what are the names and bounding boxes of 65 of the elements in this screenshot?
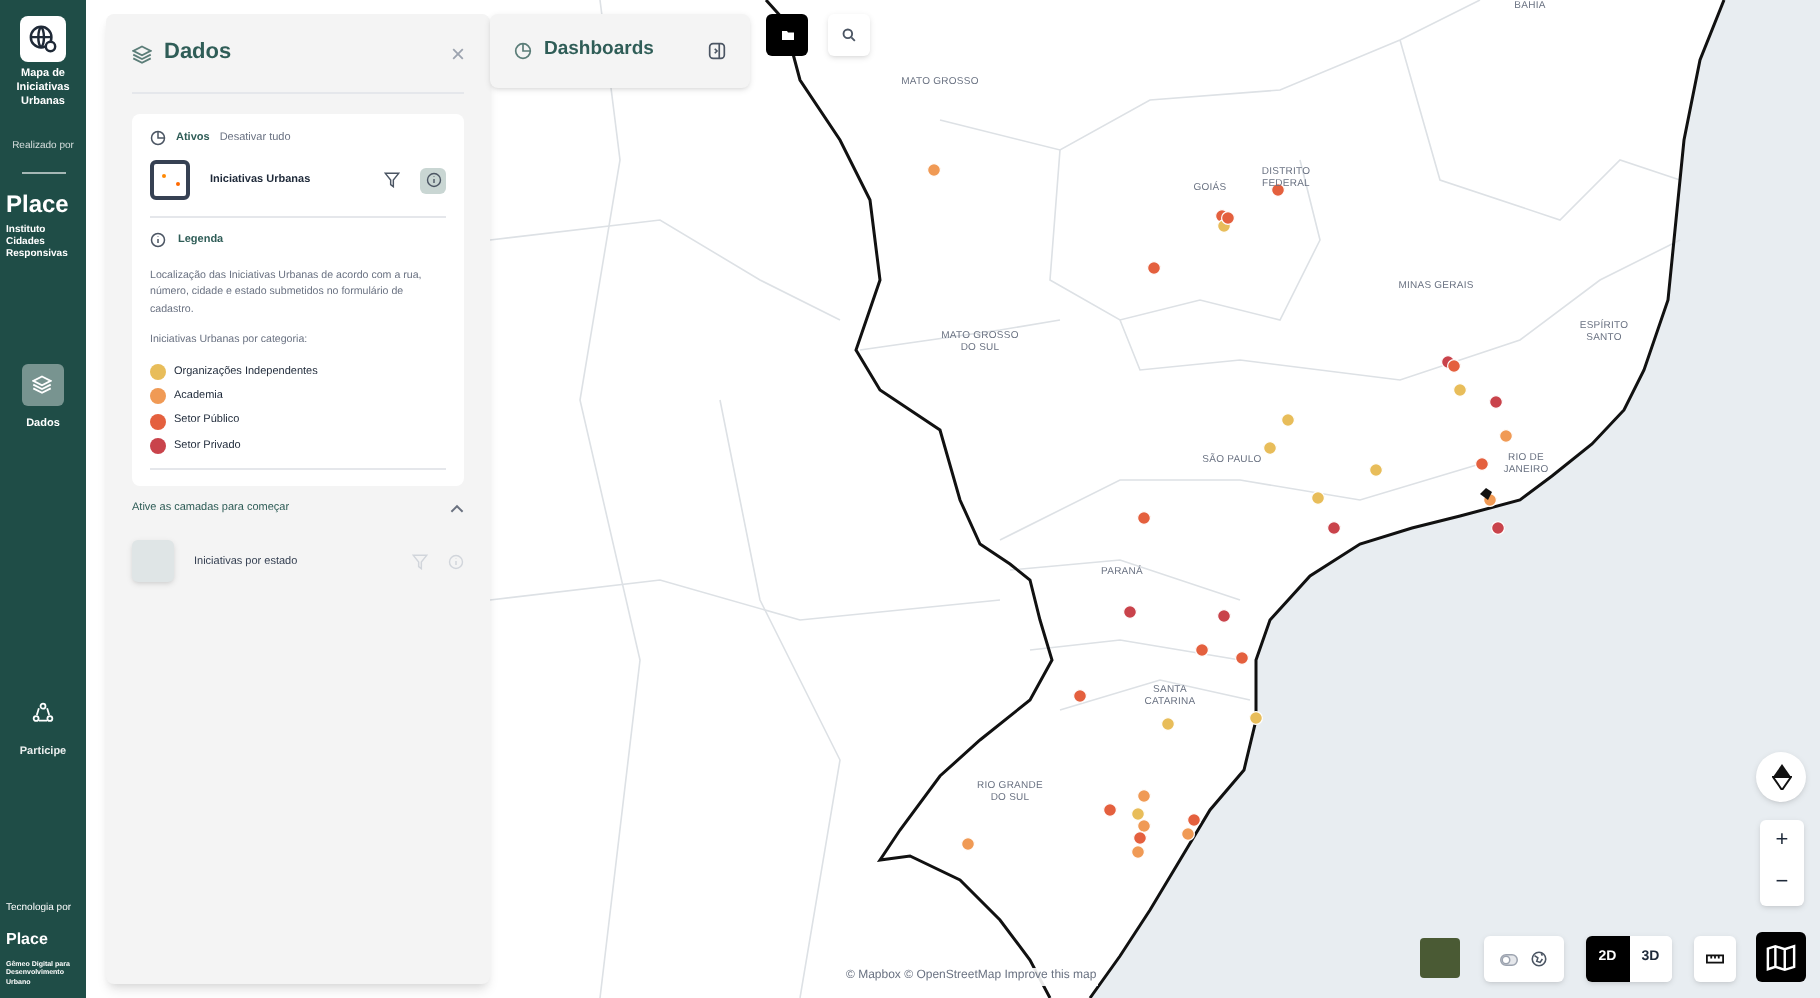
ruler-icon [1706, 954, 1724, 964]
compass-icon [1771, 764, 1791, 790]
cluster-marker[interactable] [1480, 488, 1492, 500]
brand-logo: Place [6, 927, 48, 951]
satellite-thumbnail[interactable] [1420, 938, 1460, 978]
map-marker[interactable] [1137, 819, 1151, 833]
pie-chart-icon [514, 42, 532, 60]
map-marker[interactable] [1137, 511, 1151, 525]
map-marker[interactable] [1131, 807, 1145, 821]
map-marker[interactable] [1489, 395, 1503, 409]
map-marker[interactable] [1453, 383, 1467, 397]
layer-thumbnail [132, 540, 174, 583]
panel-toggle-icon[interactable] [708, 42, 726, 60]
globe-icon [1530, 950, 1548, 968]
map-layers-button[interactable] [1756, 932, 1806, 982]
map-marker[interactable] [927, 163, 941, 177]
map-marker[interactable] [1491, 521, 1505, 535]
map-marker[interactable] [1475, 457, 1489, 471]
map-marker[interactable] [1103, 803, 1117, 817]
map-marker[interactable] [1327, 521, 1341, 535]
map-marker[interactable] [1195, 643, 1209, 657]
map-marker[interactable] [1161, 717, 1175, 731]
map-marker[interactable] [961, 837, 975, 851]
map-icon [1766, 943, 1796, 971]
dashboards-label: Dashboards [544, 36, 654, 65]
search-button[interactable] [828, 14, 870, 56]
brand-logo: Place [6, 187, 69, 221]
map-marker[interactable] [1137, 789, 1151, 803]
map-marker[interactable] [1123, 605, 1137, 619]
map-marker[interactable] [1263, 441, 1277, 455]
map-marker[interactable] [1311, 491, 1325, 505]
app-logo-icon [20, 16, 66, 62]
map-marker[interactable] [1187, 813, 1201, 827]
panel-title: Dados [164, 38, 232, 69]
map-marker[interactable] [1181, 827, 1195, 841]
map-marker[interactable] [1131, 845, 1145, 859]
info-icon [150, 232, 166, 249]
filter-icon[interactable] [384, 172, 400, 189]
ruler-button[interactable] [1694, 936, 1736, 982]
close-icon[interactable] [452, 47, 464, 59]
zoom-out-button[interactable]: − [1760, 862, 1804, 904]
pie-chart-icon [150, 130, 166, 147]
map-marker[interactable] [1249, 711, 1263, 725]
folder-button[interactable] [766, 14, 808, 56]
map-marker[interactable] [1499, 429, 1513, 443]
layers-icon [132, 43, 152, 63]
map-marker[interactable] [1447, 359, 1461, 373]
layer-thumbnail [150, 160, 190, 201]
map-marker[interactable] [1133, 831, 1147, 845]
caret-icon[interactable] [450, 503, 464, 514]
terrain-toggle[interactable] [1484, 936, 1564, 982]
map-marker[interactable] [1281, 413, 1295, 427]
folder-icon [781, 30, 793, 40]
info-button[interactable] [420, 167, 446, 194]
map-marker[interactable] [1221, 211, 1235, 225]
layers-icon [21, 363, 64, 405]
map-marker[interactable] [1217, 609, 1231, 623]
search-icon [842, 28, 856, 42]
map-marker[interactable] [1271, 183, 1285, 197]
map-marker[interactable] [1147, 261, 1161, 275]
zoom-in-button[interactable]: + [1760, 820, 1804, 862]
dashboards-tab[interactable]: Dashboards [490, 14, 750, 88]
map-marker[interactable] [1235, 651, 1249, 665]
map-marker[interactable] [1369, 463, 1383, 477]
map-marker[interactable] [1073, 689, 1087, 703]
